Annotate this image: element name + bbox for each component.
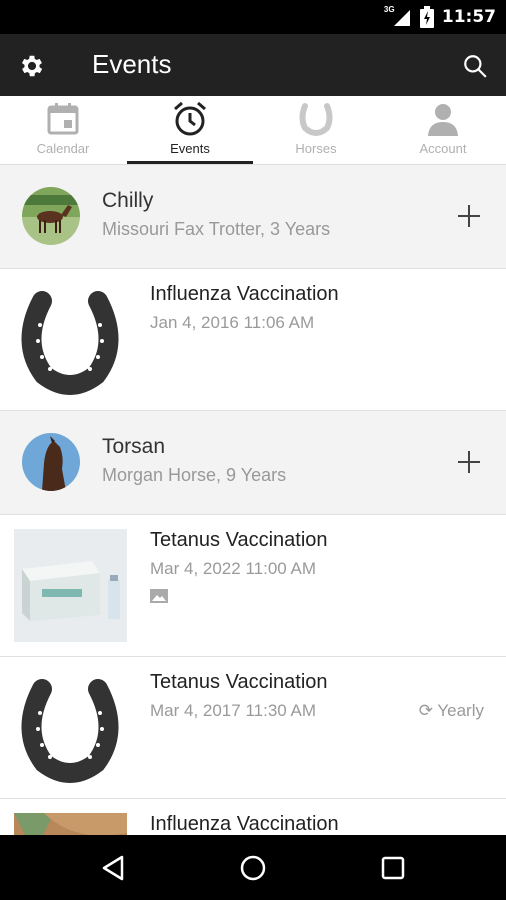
events-list: Chilly Missouri Fax Trotter, 3 Years Inf…	[0, 165, 506, 835]
recurrence-badge: ⟳ Yearly	[419, 701, 484, 721]
tab-label: Account	[419, 141, 467, 156]
avatar	[22, 187, 80, 245]
tab-account[interactable]: Account	[380, 96, 506, 164]
list-item[interactable]: Influenza Vaccination Jan 4, 2016 11:06 …	[0, 269, 506, 411]
event-title: Influenza Vaccination	[150, 813, 339, 835]
horseshoe-icon	[14, 283, 127, 396]
horse-header[interactable]: Chilly Missouri Fax Trotter, 3 Years	[0, 165, 506, 269]
recents-square-icon[interactable]	[378, 853, 408, 883]
person-icon	[428, 104, 458, 136]
clock: 11:57	[441, 7, 496, 27]
horse-details: Morgan Horse, 9 Years	[102, 465, 287, 485]
horse-name: Torsan	[102, 435, 166, 458]
alarm-clock-icon	[174, 101, 206, 136]
system-nav-bar	[0, 835, 506, 900]
horse-header[interactable]: Torsan Morgan Horse, 9 Years	[0, 411, 506, 515]
gear-icon[interactable]	[18, 52, 46, 80]
event-title: Tetanus Vaccination	[150, 529, 328, 551]
tab-label: Events	[170, 141, 210, 156]
tab-calendar[interactable]: Calendar	[0, 96, 126, 164]
status-bar: 3G 11:57	[0, 0, 506, 34]
avatar	[22, 433, 80, 491]
search-icon[interactable]	[462, 53, 488, 79]
horse-details: Missouri Fax Trotter, 3 Years	[102, 219, 331, 239]
list-item[interactable]: Tetanus Vaccination Mar 4, 2017 11:30 AM…	[0, 657, 506, 799]
tab-bar: Calendar Events Horses Account	[0, 96, 506, 165]
calendar-icon	[47, 103, 79, 135]
active-tab-indicator	[127, 161, 253, 164]
horse-name: Chilly	[102, 189, 154, 212]
event-title: Influenza Vaccination	[150, 283, 339, 305]
horseshoe-icon	[299, 103, 333, 136]
repeat-icon: ⟳	[418, 701, 433, 720]
event-date: Mar 4, 2017 11:30 AM	[150, 701, 317, 720]
tab-horses[interactable]: Horses	[253, 96, 379, 164]
tab-events[interactable]: Events	[127, 96, 253, 164]
tab-label: Calendar	[36, 141, 90, 156]
recurrence-label: Yearly	[437, 701, 484, 720]
event-title: Tetanus Vaccination	[150, 671, 328, 693]
event-date: Jan 4, 2016 11:06 AM	[150, 313, 315, 332]
list-item[interactable]: Influenza Vaccination	[0, 799, 506, 835]
back-triangle-icon[interactable]	[98, 853, 128, 883]
home-circle-icon[interactable]	[238, 853, 268, 883]
page-title: Events	[92, 49, 172, 79]
add-event-icon[interactable]	[456, 203, 482, 229]
horseshoe-icon	[14, 671, 127, 784]
network-type: 3G	[383, 5, 395, 14]
tab-label: Horses	[295, 141, 337, 156]
signal-icon: 3G	[383, 5, 412, 28]
event-photo	[14, 529, 127, 642]
event-photo	[14, 813, 127, 835]
event-date: Mar 4, 2022 11:00 AM	[150, 559, 317, 578]
list-item[interactable]: Tetanus Vaccination Mar 4, 2022 11:00 AM	[0, 515, 506, 657]
app-bar: Events	[0, 34, 506, 96]
battery-icon	[419, 6, 434, 28]
add-event-icon[interactable]	[456, 449, 482, 475]
image-attachment-icon	[150, 589, 168, 603]
